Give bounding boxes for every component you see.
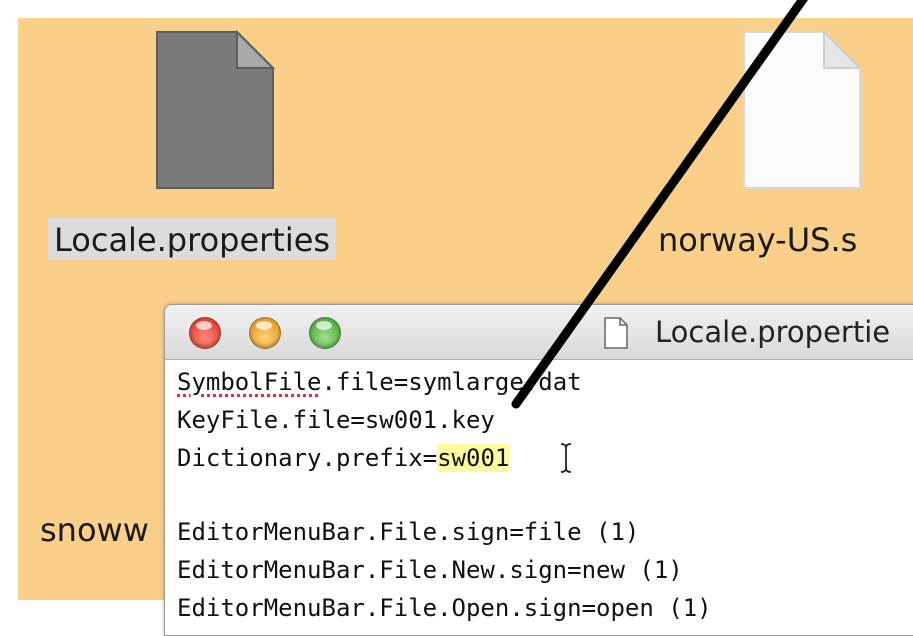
code-text: EditorMenuBar.File.sign=file (1): [177, 518, 640, 546]
zoom-button[interactable]: [309, 317, 341, 349]
code-line-6: EditorMenuBar.File.New.sign=new (1): [177, 551, 913, 589]
code-line-3: Dictionary.prefix=sw001: [177, 439, 913, 477]
desktop-icon-label[interactable]: norway-US.s: [658, 224, 857, 256]
misspelled-word[interactable]: SymbolFile: [177, 368, 322, 396]
desktop: Locale.properties norway-US.s snoww Loca…: [0, 0, 913, 636]
code-text: KeyFile.file=sw001.key: [177, 406, 495, 434]
minimize-button[interactable]: [249, 317, 281, 349]
window-titlebar[interactable]: Locale.propertie: [165, 305, 913, 360]
editor-window: Locale.propertie SymbolFile.file=symlarg…: [164, 304, 913, 636]
window-title: Locale.propertie: [655, 315, 891, 349]
document-icon: [604, 317, 628, 349]
code-line-5: EditorMenuBar.File.sign=file (1): [177, 513, 913, 551]
code-text: .file=symlarge.dat: [321, 368, 582, 396]
text-editor-area[interactable]: SymbolFile.file=symlarge.dat KeyFile.fil…: [177, 363, 913, 627]
code-text: EditorMenuBar.File.New.sign=new (1): [177, 556, 683, 584]
selected-text[interactable]: sw001: [437, 444, 510, 472]
ibeam-cursor-icon: [560, 443, 572, 473]
white-document-icon[interactable]: [740, 28, 864, 192]
desktop-icon-label[interactable]: snoww: [40, 514, 149, 546]
code-line-4-blank: [177, 477, 913, 513]
code-line-1: SymbolFile.file=symlarge.dat: [177, 363, 913, 401]
code-text: Dictionary.prefix=: [177, 444, 438, 472]
code-line-2: KeyFile.file=sw001.key: [177, 401, 913, 439]
close-button[interactable]: [189, 317, 221, 349]
code-line-7: EditorMenuBar.File.Open.sign=open (1): [177, 589, 913, 627]
code-text: EditorMenuBar.File.Open.sign=open (1): [177, 594, 712, 622]
